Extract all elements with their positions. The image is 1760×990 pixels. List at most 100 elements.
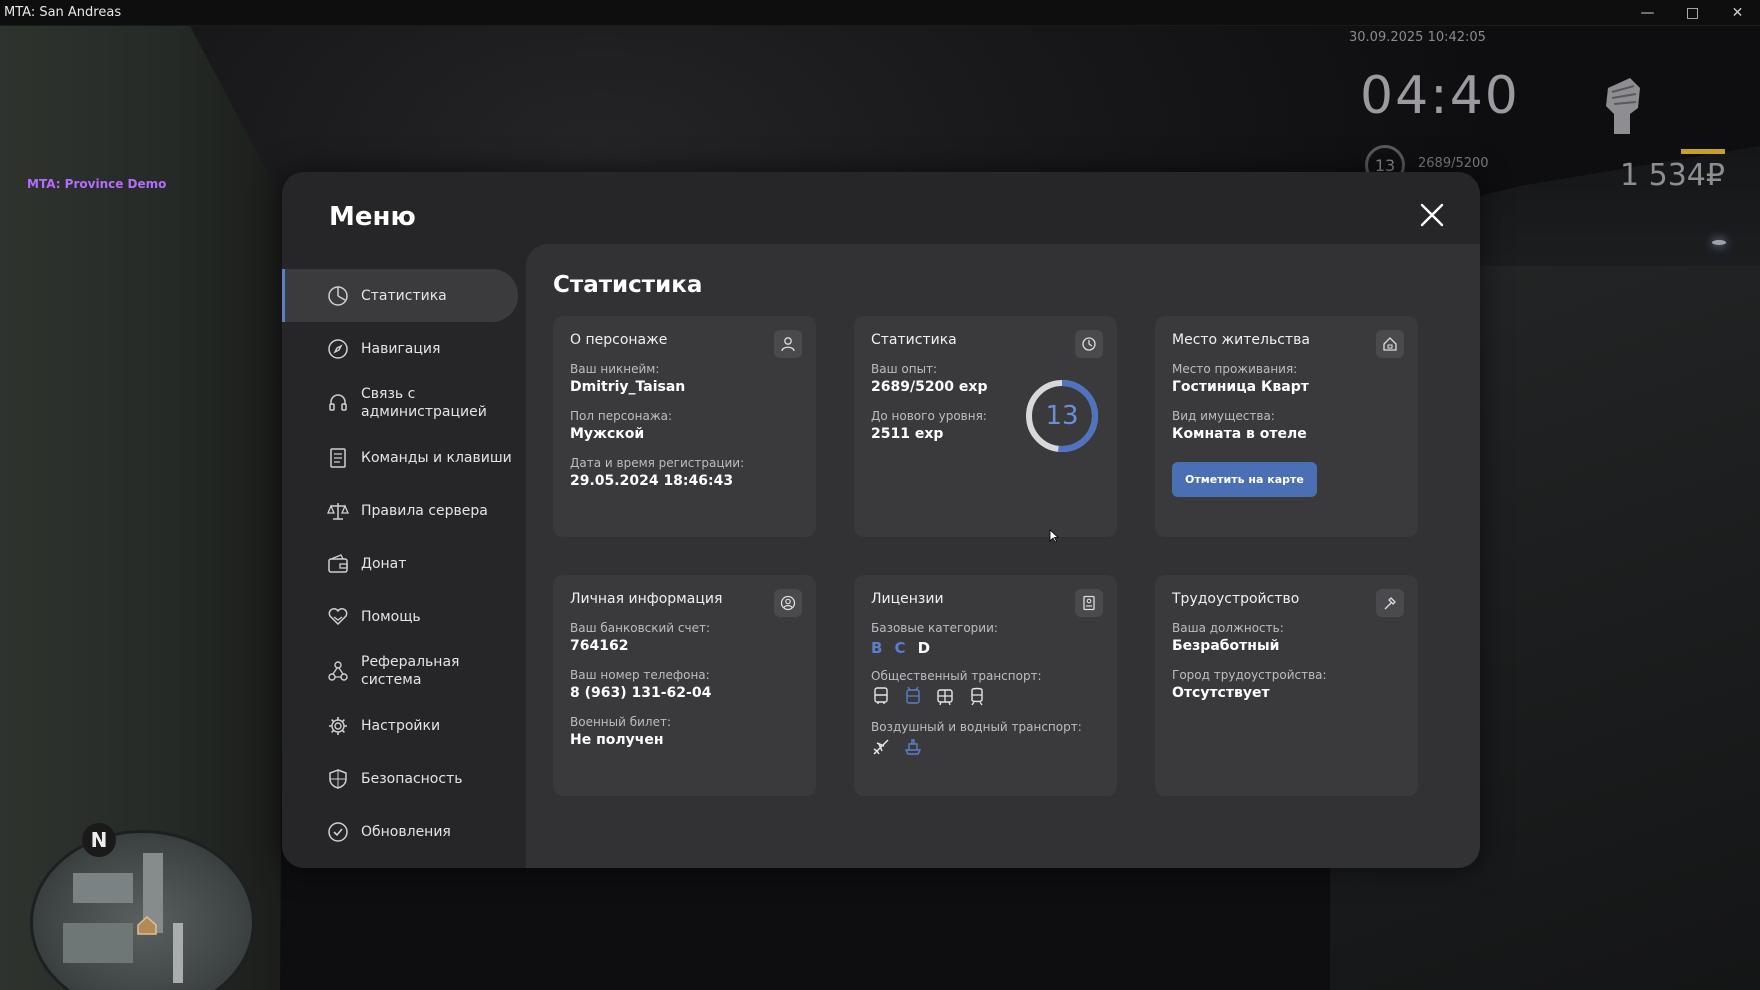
sidebar-item-label: Реферальная система xyxy=(361,654,460,688)
headset-icon xyxy=(329,394,347,411)
license-categories: B C D xyxy=(871,638,1100,657)
residence-place-label: Место проживания: xyxy=(1172,362,1298,376)
gender-value: Мужской xyxy=(570,426,645,442)
card-title: Трудоустройство xyxy=(1172,591,1300,607)
job-city-value: Отсутствует xyxy=(1172,685,1270,701)
sidebar-item-label: Навигация xyxy=(361,340,441,357)
registration-label: Дата и время регистрации: xyxy=(570,456,745,470)
public-transport-label: Общественный транспорт: xyxy=(871,669,1042,683)
card-title: Место жительства xyxy=(1172,332,1310,348)
hud-clock: 04:40 xyxy=(1360,66,1520,126)
hud-datetime: 30.09.2025 10:42:05 xyxy=(1349,30,1486,45)
sidebar-item-settings[interactable]: Настройки xyxy=(282,699,526,752)
heart-hand-icon xyxy=(328,607,348,625)
sidebar-item-label: Настройки xyxy=(361,717,441,734)
card-title: Личная информация xyxy=(570,591,723,607)
wallet-icon xyxy=(328,553,348,573)
menu-title: Меню xyxy=(329,202,416,232)
phone-label: Ваш номер телефона: xyxy=(570,668,710,682)
close-icon[interactable] xyxy=(1417,200,1447,230)
sidebar-item-donate[interactable]: Донат xyxy=(282,537,526,590)
level-value: 13 xyxy=(1045,401,1079,431)
sidebar-item-commands[interactable]: Команды и клавиши xyxy=(282,431,526,484)
referral-icon xyxy=(328,661,348,681)
air-water-transport-label: Воздушный и водный транспорт: xyxy=(871,720,1082,734)
hud-health-bar xyxy=(1681,149,1725,154)
home-icon xyxy=(137,915,157,935)
ship-icon xyxy=(904,739,922,755)
card-residence: Место жительства Место проживания: Гости… xyxy=(1155,316,1418,537)
license-category-b: B xyxy=(871,639,883,657)
sidebar-item-label: Команды и клавиши xyxy=(361,449,512,466)
sidebar-item-statistics[interactable]: Статистика xyxy=(282,269,518,322)
card-title: О персонаже xyxy=(570,332,668,348)
compass-icon xyxy=(328,338,348,359)
check-circle-icon xyxy=(328,821,348,842)
card-title: Статистика xyxy=(871,332,957,348)
license-category-c: C xyxy=(894,639,906,657)
bus-icon xyxy=(874,687,888,704)
sidebar-item-label: Обновления xyxy=(361,823,451,840)
metro-icon xyxy=(971,687,983,706)
card-licenses: Лицензии Базовые категории: B C D Общест… xyxy=(854,575,1117,796)
scales-icon xyxy=(327,502,349,520)
exp-label: Ваш опыт: xyxy=(871,362,938,376)
window-titlebar: MTA: San Andreas — □ ✕ xyxy=(0,0,1760,26)
sidebar-item-referral[interactable]: Реферальная система xyxy=(282,643,526,699)
sidebar-item-label: Помощь xyxy=(361,608,421,625)
sidebar-item-admin-contact[interactable]: Связь с администрацией xyxy=(282,375,526,431)
sidebar-item-label: Безопасность xyxy=(361,770,463,787)
user-icon xyxy=(774,330,802,358)
sidebar-item-security[interactable]: Безопасность xyxy=(282,752,526,805)
tools-icon xyxy=(1376,589,1404,617)
fist-icon xyxy=(1606,78,1640,134)
sidebar-item-label: Донат xyxy=(361,555,407,572)
page-title: Статистика xyxy=(553,272,703,298)
content-area: Статистика О персонаже Ваш никнейм: Dmit… xyxy=(526,244,1480,868)
window-title: MTA: San Andreas xyxy=(4,5,122,20)
mark-on-map-button[interactable]: Отметить на карте xyxy=(1172,462,1317,497)
maximize-button[interactable]: □ xyxy=(1670,0,1715,26)
trolleybus-icon xyxy=(906,686,920,704)
nickname-label: Ваш никнейм: xyxy=(570,362,660,376)
card-employment: Трудоустройство Ваша должность: Безработ… xyxy=(1155,575,1418,796)
clock-icon xyxy=(1075,330,1103,358)
sidebar-item-label: Статистика xyxy=(361,287,447,304)
card-character: О персонаже Ваш никнейм: Dmitriy_Taisan … xyxy=(553,316,816,537)
base-categories-label: Базовые категории: xyxy=(871,621,998,635)
mouse-cursor-icon xyxy=(1049,529,1059,543)
sidebar-item-help[interactable]: Помощь xyxy=(282,590,526,643)
bank-account-label: Ваш банковский счет: xyxy=(570,621,711,635)
sidebar-item-label: Правила сервера xyxy=(361,502,488,519)
residence-place-value: Гостиница Кварт xyxy=(1172,379,1309,395)
card-stats: Статистика Ваш опыт: 2689/5200 exp До но… xyxy=(854,316,1117,537)
sidebar-nav: Статистика Навигация Связь с администрац… xyxy=(282,269,526,858)
bank-account-value: 764162 xyxy=(570,638,629,654)
house-icon xyxy=(1376,330,1404,358)
property-type-label: Вид имущества: xyxy=(1172,409,1275,423)
plane-icon xyxy=(873,739,889,755)
nickname-value: Dmitriy_Taisan xyxy=(570,379,686,395)
job-city-label: Город трудоустройства: xyxy=(1172,668,1327,682)
sidebar-item-updates[interactable]: Обновления xyxy=(282,805,526,858)
air-water-transport-icons xyxy=(871,737,1100,757)
military-id-label: Военный билет: xyxy=(570,715,672,729)
window-close-button[interactable]: ✕ xyxy=(1715,0,1760,26)
property-type-value: Комната в отеле xyxy=(1172,426,1307,442)
public-transport-icons xyxy=(871,686,1100,706)
tram-icon xyxy=(937,689,953,706)
server-label: MTA: Province Demo xyxy=(27,177,167,191)
hud-exp: 2689/5200 xyxy=(1418,156,1489,171)
hud-money: 1 534₽ xyxy=(1620,158,1725,193)
registration-value: 29.05.2024 18:46:43 xyxy=(570,473,734,489)
card-title: Лицензии xyxy=(871,591,944,607)
id-card-icon xyxy=(1075,589,1103,617)
job-position-value: Безработный xyxy=(1172,638,1280,654)
phone-value: 8 (963) 131-62-04 xyxy=(570,685,712,701)
minimize-button[interactable]: — xyxy=(1625,0,1670,26)
job-position-label: Ваша должность: xyxy=(1172,621,1284,635)
license-category-d: D xyxy=(917,639,931,657)
profile-circle-icon xyxy=(774,589,802,617)
sidebar-item-rules[interactable]: Правила сервера xyxy=(282,484,526,537)
sidebar-item-navigation[interactable]: Навигация xyxy=(282,322,526,375)
